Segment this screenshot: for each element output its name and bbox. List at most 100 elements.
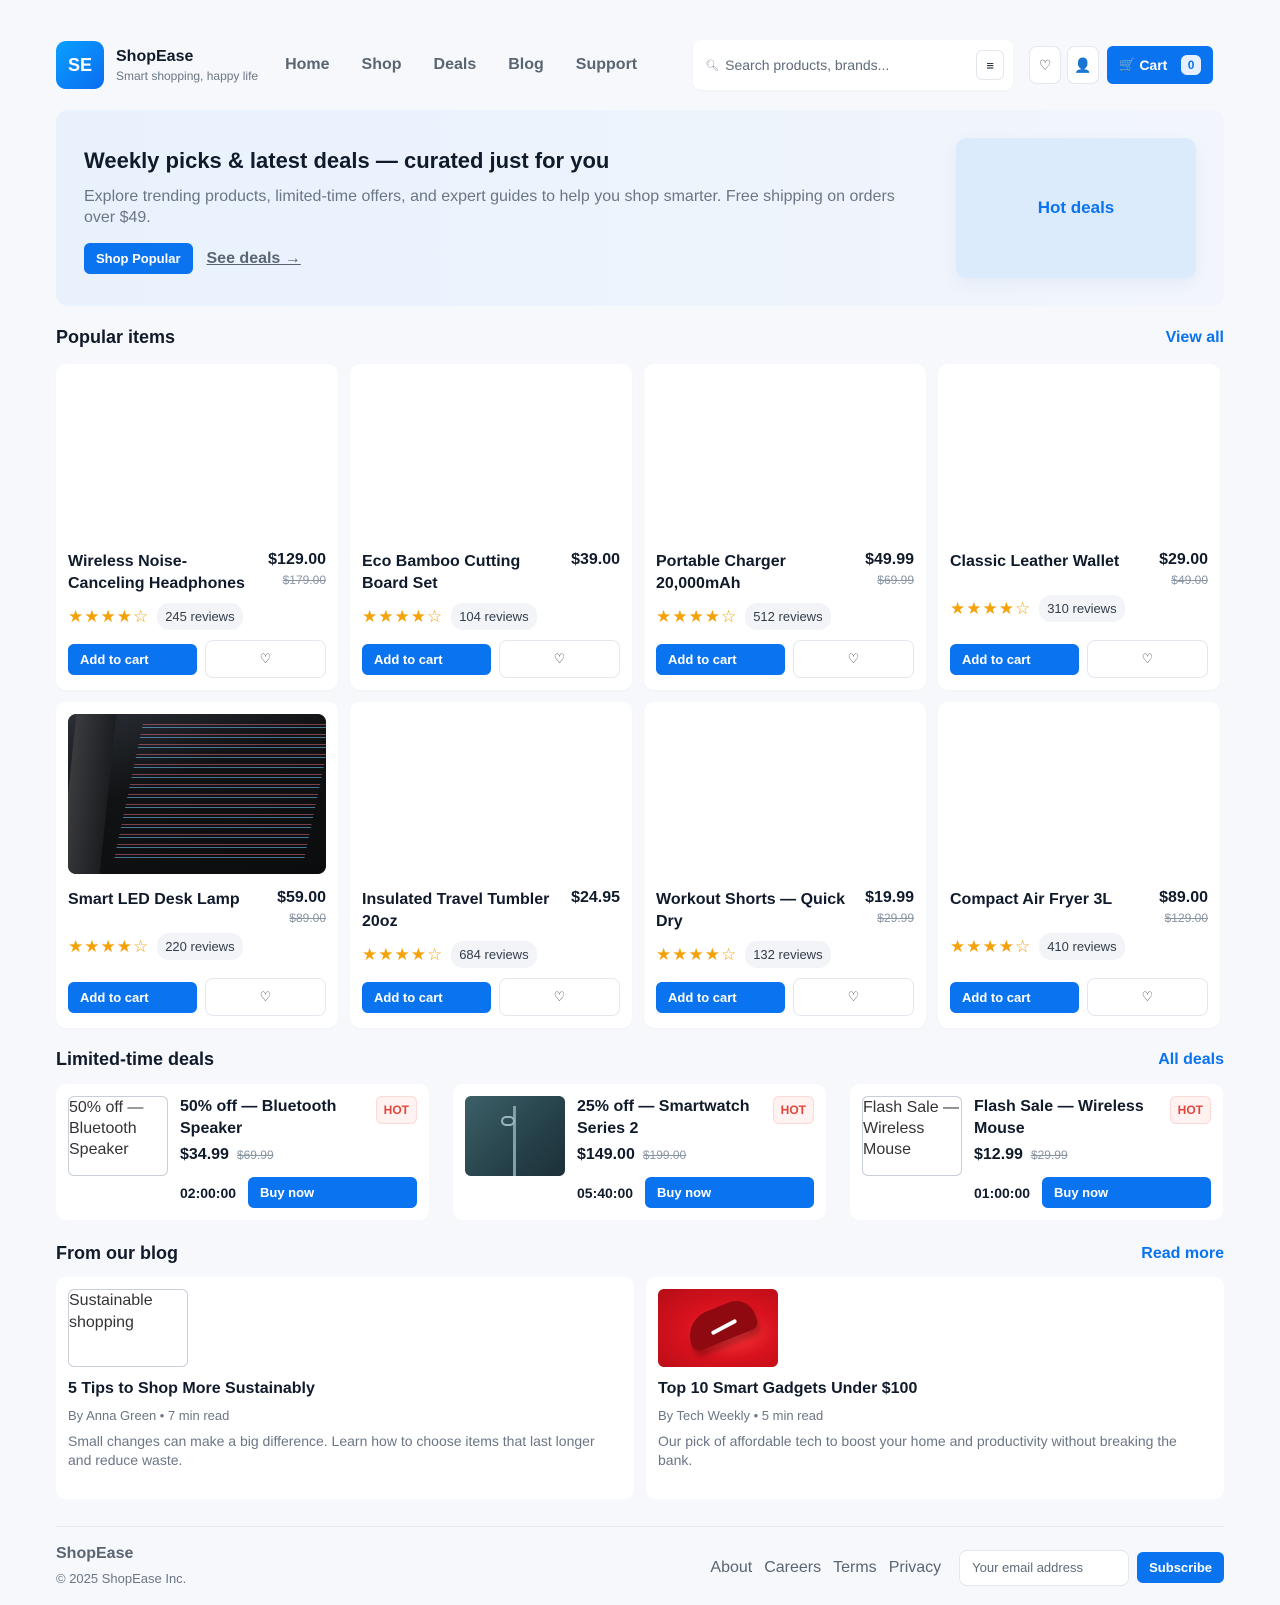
price: $89.00 [1159, 889, 1208, 906]
product-image[interactable] [656, 376, 914, 536]
add-to-cart-button[interactable]: Add to cart [656, 982, 785, 1013]
product-name[interactable]: Eco Bamboo Cutting Board Set [362, 551, 552, 595]
product-image[interactable] [950, 714, 1208, 874]
newsletter-email-field[interactable] [959, 1549, 1130, 1586]
view-all-link[interactable]: View all [1166, 329, 1224, 347]
product-name[interactable]: Portable Charger 20,000mAh [656, 551, 846, 595]
product-name[interactable]: Classic Leather Wallet [950, 551, 1140, 587]
nav-home[interactable]: Home [285, 56, 329, 74]
product-name[interactable]: Workout Shorts — Quick Dry [656, 889, 846, 933]
rating: ★★★★☆ 220 reviews [68, 933, 326, 960]
blog-image-placeholder[interactable]: Sustainable shopping [68, 1289, 188, 1367]
shop-popular-button[interactable]: Shop Popular [84, 243, 193, 274]
nav-blog[interactable]: Blog [508, 56, 544, 74]
heart-icon[interactable]: ♡ [1087, 978, 1208, 1016]
nav-deals[interactable]: Deals [434, 56, 477, 74]
footer-link-about[interactable]: About [710, 1559, 752, 1577]
filter-icon[interactable]: ≡ [976, 50, 1005, 80]
product-card[interactable]: Classic Leather Wallet $29.00 $49.00 ★★★★☆ 3… [938, 364, 1220, 690]
deal-card[interactable]: 25% off — Smartwatch Series 2 $149.00 $199… [453, 1084, 826, 1220]
review-count[interactable]: 512 reviews [745, 603, 831, 630]
deal-title[interactable]: Flash Sale — Wireless Mouse [974, 1096, 1164, 1140]
product-image[interactable] [68, 714, 326, 874]
deal-image-placeholder[interactable]: Flash Sale — Wireless Mouse [862, 1096, 962, 1176]
buy-now-button[interactable]: Buy now [248, 1177, 417, 1208]
deal-title[interactable]: 25% off — Smartwatch Series 2 [577, 1096, 767, 1140]
search-input[interactable] [719, 57, 977, 73]
read-more-link[interactable]: Read more [1141, 1245, 1224, 1263]
product-card[interactable]: Smart LED Desk Lamp $59.00 $89.00 ★★★★☆ 220 … [56, 702, 338, 1028]
heart-icon[interactable]: ♡ [205, 640, 326, 678]
review-count[interactable]: 220 reviews [157, 933, 243, 960]
cart-button[interactable]: 🛒 Cart 0 [1107, 46, 1214, 84]
see-deals-link[interactable]: See deals → [207, 250, 301, 268]
price-block: $29.00 $49.00 [1159, 551, 1208, 587]
product-image[interactable] [950, 376, 1208, 536]
subscribe-button[interactable]: Subscribe [1137, 1552, 1224, 1583]
add-to-cart-button[interactable]: Add to cart [362, 644, 491, 675]
hot-badge: HOT [772, 1096, 814, 1124]
product-card[interactable]: Compact Air Fryer 3L $89.00 $129.00 ★★★★☆ 41… [938, 702, 1220, 1028]
product-card[interactable]: Portable Charger 20,000mAh $49.99 $69.99 ★★… [644, 364, 926, 690]
footer-brand-block: ShopEase © 2025 ShopEase Inc. [56, 1545, 186, 1586]
add-to-cart-button[interactable]: Add to cart [68, 644, 197, 675]
product-image[interactable] [68, 376, 326, 536]
heart-icon[interactable]: ♡ [499, 978, 620, 1016]
nav-support[interactable]: Support [576, 56, 637, 74]
account-icon[interactable]: 👤 [1067, 46, 1100, 84]
buy-now-button[interactable]: Buy now [1042, 1177, 1211, 1208]
add-to-cart-button[interactable]: Add to cart [950, 982, 1079, 1013]
deal-card[interactable]: 50% off — Bluetooth Speaker 50% off — Blu… [56, 1084, 429, 1220]
heart-icon[interactable]: ♡ [793, 978, 914, 1016]
product-image[interactable] [362, 376, 620, 536]
wishlist-icon[interactable]: ♡ [1029, 46, 1062, 84]
blog-image[interactable] [658, 1289, 778, 1367]
product-image[interactable] [656, 714, 914, 874]
review-count[interactable]: 245 reviews [157, 603, 243, 630]
blog-post-title[interactable]: 5 Tips to Shop More Sustainably [68, 1380, 622, 1398]
review-count[interactable]: 684 reviews [451, 941, 537, 968]
logo[interactable]: SE [56, 41, 104, 89]
footer-brand: ShopEase [56, 1545, 134, 1562]
review-count[interactable]: 132 reviews [745, 941, 831, 968]
add-to-cart-button[interactable]: Add to cart [362, 982, 491, 1013]
heart-icon[interactable]: ♡ [499, 640, 620, 678]
deal-image[interactable] [465, 1096, 565, 1176]
footer-link-privacy[interactable]: Privacy [889, 1559, 941, 1577]
product-card[interactable]: Eco Bamboo Cutting Board Set $39.00 ★★★★☆ 1… [350, 364, 632, 690]
review-count[interactable]: 104 reviews [451, 603, 537, 630]
heart-icon[interactable]: ♡ [205, 978, 326, 1016]
add-to-cart-button[interactable]: Add to cart [950, 644, 1079, 675]
old-price: $89.00 [289, 911, 326, 925]
price-block: $24.95 [571, 889, 620, 933]
product-card[interactable]: Insulated Travel Tumbler 20oz $24.95 ★★★★☆… [350, 702, 632, 1028]
product-name[interactable]: Wireless Noise-Canceling Headphones [68, 551, 258, 595]
blog-card[interactable]: Top 10 Smart Gadgets Under $100 By Tech W… [646, 1277, 1224, 1499]
product-card[interactable]: Workout Shorts — Quick Dry $19.99 $29.99 ★★… [644, 702, 926, 1028]
all-deals-link[interactable]: All deals [1158, 1051, 1224, 1069]
product-card[interactable]: Wireless Noise-Canceling Headphones $129.… [56, 364, 338, 690]
heart-icon[interactable]: ♡ [1087, 640, 1208, 678]
deal-image-placeholder[interactable]: 50% off — Bluetooth Speaker [68, 1096, 168, 1176]
add-to-cart-button[interactable]: Add to cart [656, 644, 785, 675]
card-actions: Add to cart ♡ [656, 640, 914, 678]
countdown-timer: 01:00:00 [974, 1184, 1031, 1201]
heart-icon[interactable]: ♡ [793, 640, 914, 678]
price-block: $89.00 $129.00 [1159, 889, 1208, 925]
product-name[interactable]: Compact Air Fryer 3L [950, 889, 1140, 925]
product-name[interactable]: Smart LED Desk Lamp [68, 889, 258, 925]
blog-card[interactable]: Sustainable shopping 5 Tips to Shop More … [56, 1277, 634, 1499]
review-count[interactable]: 410 reviews [1039, 933, 1125, 960]
deal-card[interactable]: Flash Sale — Wireless Mouse Flash Sale — … [850, 1084, 1223, 1220]
hot-deals-card[interactable]: Hot deals [956, 138, 1196, 278]
footer-link-terms[interactable]: Terms [833, 1559, 877, 1577]
blog-post-title[interactable]: Top 10 Smart Gadgets Under $100 [658, 1380, 1212, 1398]
nav-shop[interactable]: Shop [362, 56, 402, 74]
buy-now-button[interactable]: Buy now [645, 1177, 814, 1208]
footer-link-careers[interactable]: Careers [764, 1559, 821, 1577]
product-image[interactable] [362, 714, 620, 874]
product-name[interactable]: Insulated Travel Tumbler 20oz [362, 889, 552, 933]
deal-title[interactable]: 50% off — Bluetooth Speaker [180, 1096, 370, 1140]
add-to-cart-button[interactable]: Add to cart [68, 982, 197, 1013]
review-count[interactable]: 310 reviews [1039, 595, 1125, 622]
